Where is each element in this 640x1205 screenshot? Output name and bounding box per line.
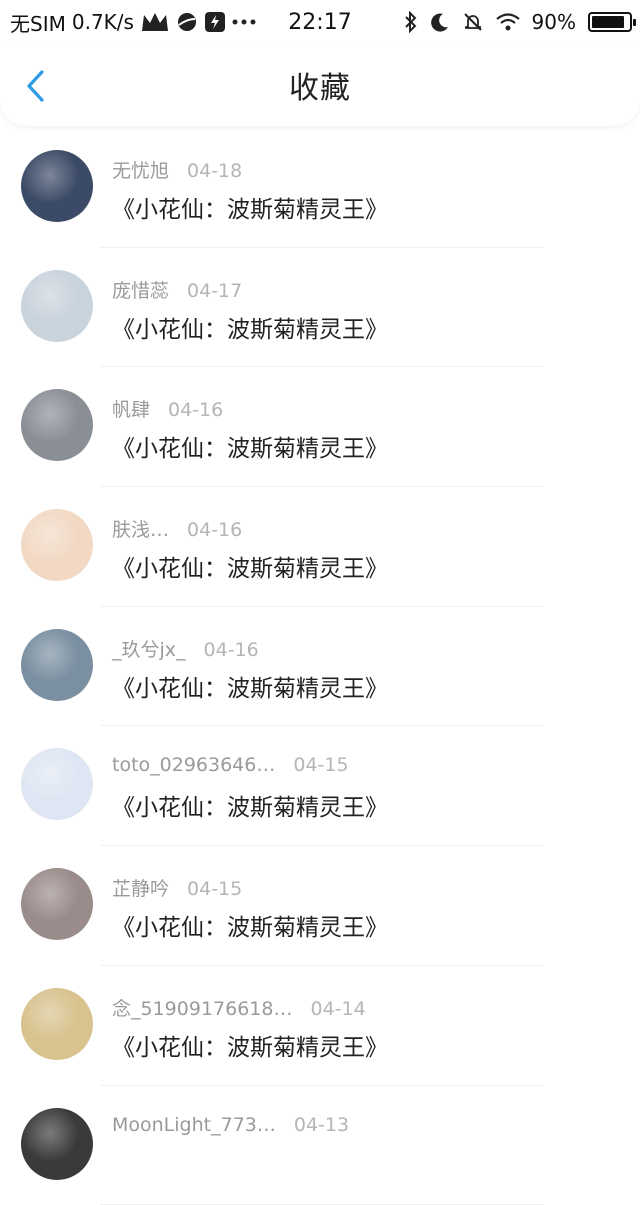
navigation-bar: 收藏	[0, 44, 640, 126]
item-date: 04-17	[187, 280, 242, 302]
item-meta: 芷静吟 04-15	[112, 874, 242, 901]
more-dots-icon	[232, 18, 256, 26]
item-date: 04-14	[310, 998, 365, 1020]
item-date: 04-13	[294, 1114, 349, 1136]
list-item[interactable]: _玖兮jx_ 04-16 《小花仙：波斯菊精灵王》	[0, 607, 640, 727]
wifi-icon	[496, 13, 520, 31]
avatar[interactable]	[21, 389, 93, 461]
item-meta: 帆肆 04-16	[112, 395, 223, 422]
item-title[interactable]: 《小花仙：波斯菊精灵王》	[112, 908, 388, 942]
item-meta: 肤浅… 04-16	[112, 515, 242, 542]
username[interactable]: 无忧旭	[112, 156, 169, 183]
status-bar: 无SIM 0.7K/s 22:17 90%	[0, 0, 640, 44]
moon-icon	[430, 12, 450, 32]
item-title[interactable]: 《小花仙：波斯菊精灵王》	[112, 669, 388, 703]
item-meta: 无忧旭 04-18	[112, 156, 242, 183]
chevron-left-icon	[24, 69, 48, 103]
battery-fill	[592, 16, 624, 28]
list-item[interactable]: toto_02963646… 04-15 《小花仙：波斯菊精灵王》	[0, 726, 640, 846]
favorites-list: 无忧旭04-18《小花仙：波斯菊精灵王》庞惜蕊04-17《小花仙：波斯菊精灵王》…	[0, 128, 640, 1205]
planet-icon	[176, 11, 198, 33]
item-title[interactable]: 《小花仙：波斯菊精灵王》	[112, 429, 388, 463]
item-title[interactable]: 《小花仙：波斯菊精灵王》	[112, 310, 388, 344]
username[interactable]: 肤浅…	[112, 515, 169, 542]
username[interactable]: 帆肆	[112, 395, 150, 422]
battery-percent: 90%	[532, 10, 576, 34]
carrier-label: 无SIM	[10, 8, 66, 37]
list-item[interactable]: 庞惜蕊 04-17 《小花仙：波斯菊精灵王》	[0, 248, 640, 368]
item-date: 04-15	[187, 878, 242, 900]
item-date: 04-16	[187, 519, 242, 541]
avatar[interactable]	[21, 988, 93, 1060]
item-meta: toto_02963646… 04-15	[112, 754, 349, 776]
list-item[interactable]: 念_51909176618… 04-14 《小花仙：波斯菊精灵王》	[0, 966, 640, 1086]
avatar[interactable]	[21, 748, 93, 820]
avatar[interactable]	[21, 868, 93, 940]
mute-bell-icon	[462, 11, 484, 33]
avatar[interactable]	[21, 1108, 93, 1180]
page-title: 收藏	[289, 63, 351, 107]
status-right: 90%	[404, 0, 632, 44]
item-title[interactable]: 《小花仙：波斯菊精灵王》	[112, 1028, 388, 1062]
item-date: 04-15	[293, 754, 348, 776]
network-speed: 0.7K/s	[72, 10, 134, 34]
item-date: 04-16	[204, 639, 259, 661]
item-meta: 庞惜蕊 04-17	[112, 276, 242, 303]
item-date: 04-18	[187, 160, 242, 182]
list-item[interactable]: 无忧旭 04-18 《小花仙：波斯菊精灵王》	[0, 128, 640, 248]
avatar[interactable]	[21, 150, 93, 222]
item-meta: _玖兮jx_ 04-16	[112, 635, 259, 662]
list-item[interactable]: MoonLight_773… 04-13	[0, 1086, 640, 1205]
avatar[interactable]	[21, 270, 93, 342]
username[interactable]: MoonLight_773…	[112, 1114, 276, 1136]
username[interactable]: _玖兮jx_	[112, 635, 186, 662]
back-button[interactable]	[14, 64, 58, 108]
item-title[interactable]: 《小花仙：波斯菊精灵王》	[112, 549, 388, 583]
avatar[interactable]	[21, 509, 93, 581]
username[interactable]: 念_51909176618…	[112, 994, 292, 1021]
crown-icon	[140, 11, 170, 33]
username[interactable]: 芷静吟	[112, 874, 169, 901]
item-title[interactable]: 《小花仙：波斯菊精灵王》	[112, 190, 388, 224]
list-item[interactable]: 帆肆 04-16 《小花仙：波斯菊精灵王》	[0, 367, 640, 487]
item-meta: MoonLight_773… 04-13	[112, 1114, 349, 1136]
list-item[interactable]: 芷静吟 04-15 《小花仙：波斯菊精灵王》	[0, 846, 640, 966]
username[interactable]: 庞惜蕊	[112, 276, 169, 303]
username[interactable]: toto_02963646…	[112, 754, 275, 776]
item-date: 04-16	[168, 399, 223, 421]
item-meta: 念_51909176618… 04-14	[112, 994, 366, 1021]
battery-icon	[588, 12, 632, 32]
item-title[interactable]: 《小花仙：波斯菊精灵王》	[112, 788, 388, 822]
avatar[interactable]	[21, 629, 93, 701]
status-left: 无SIM 0.7K/s	[10, 8, 290, 37]
bluetooth-icon	[404, 11, 418, 33]
list-item[interactable]: 肤浅… 04-16 《小花仙：波斯菊精灵王》	[0, 487, 640, 607]
bolt-app-icon	[204, 11, 226, 33]
